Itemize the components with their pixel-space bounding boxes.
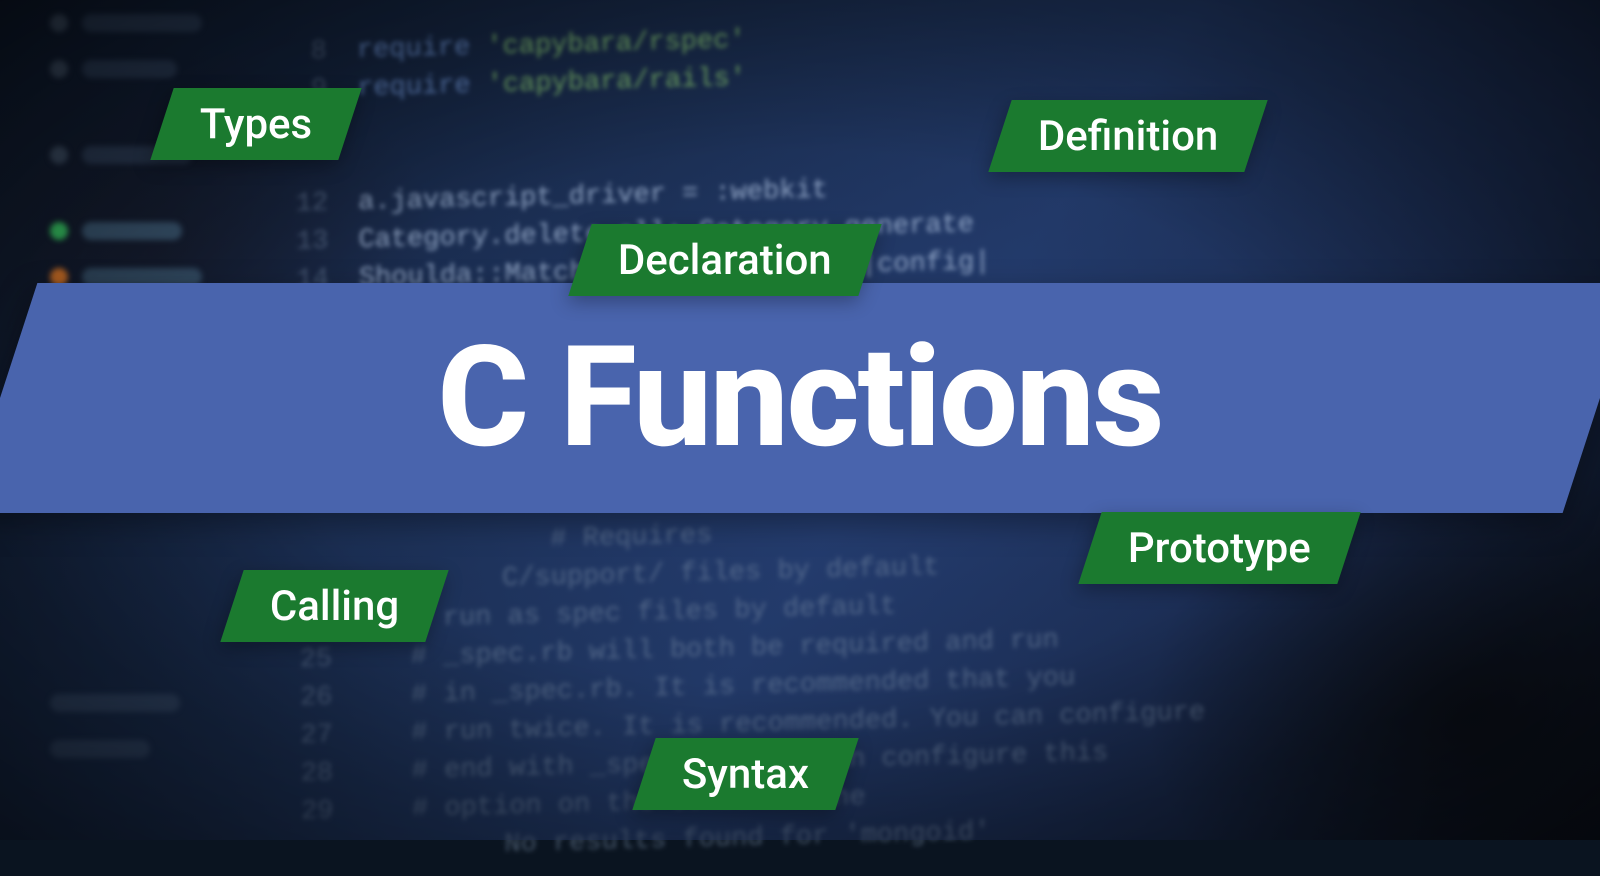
main-banner: C Functions bbox=[0, 283, 1600, 513]
tag-declaration: Declaration bbox=[568, 224, 881, 296]
tag-label: Declaration bbox=[618, 236, 832, 285]
tag-label: Definition bbox=[1038, 112, 1218, 161]
tag-label: Calling bbox=[270, 582, 399, 631]
tag-label: Syntax bbox=[682, 750, 809, 799]
tag-types: Types bbox=[150, 88, 362, 160]
main-title: C Functions bbox=[437, 316, 1162, 480]
tag-syntax: Syntax bbox=[632, 738, 859, 810]
tag-label: Types bbox=[200, 100, 312, 149]
tag-prototype: Prototype bbox=[1078, 512, 1360, 584]
tag-calling: Calling bbox=[220, 570, 449, 642]
tag-definition: Definition bbox=[988, 100, 1268, 172]
tag-label: Prototype bbox=[1128, 524, 1311, 573]
